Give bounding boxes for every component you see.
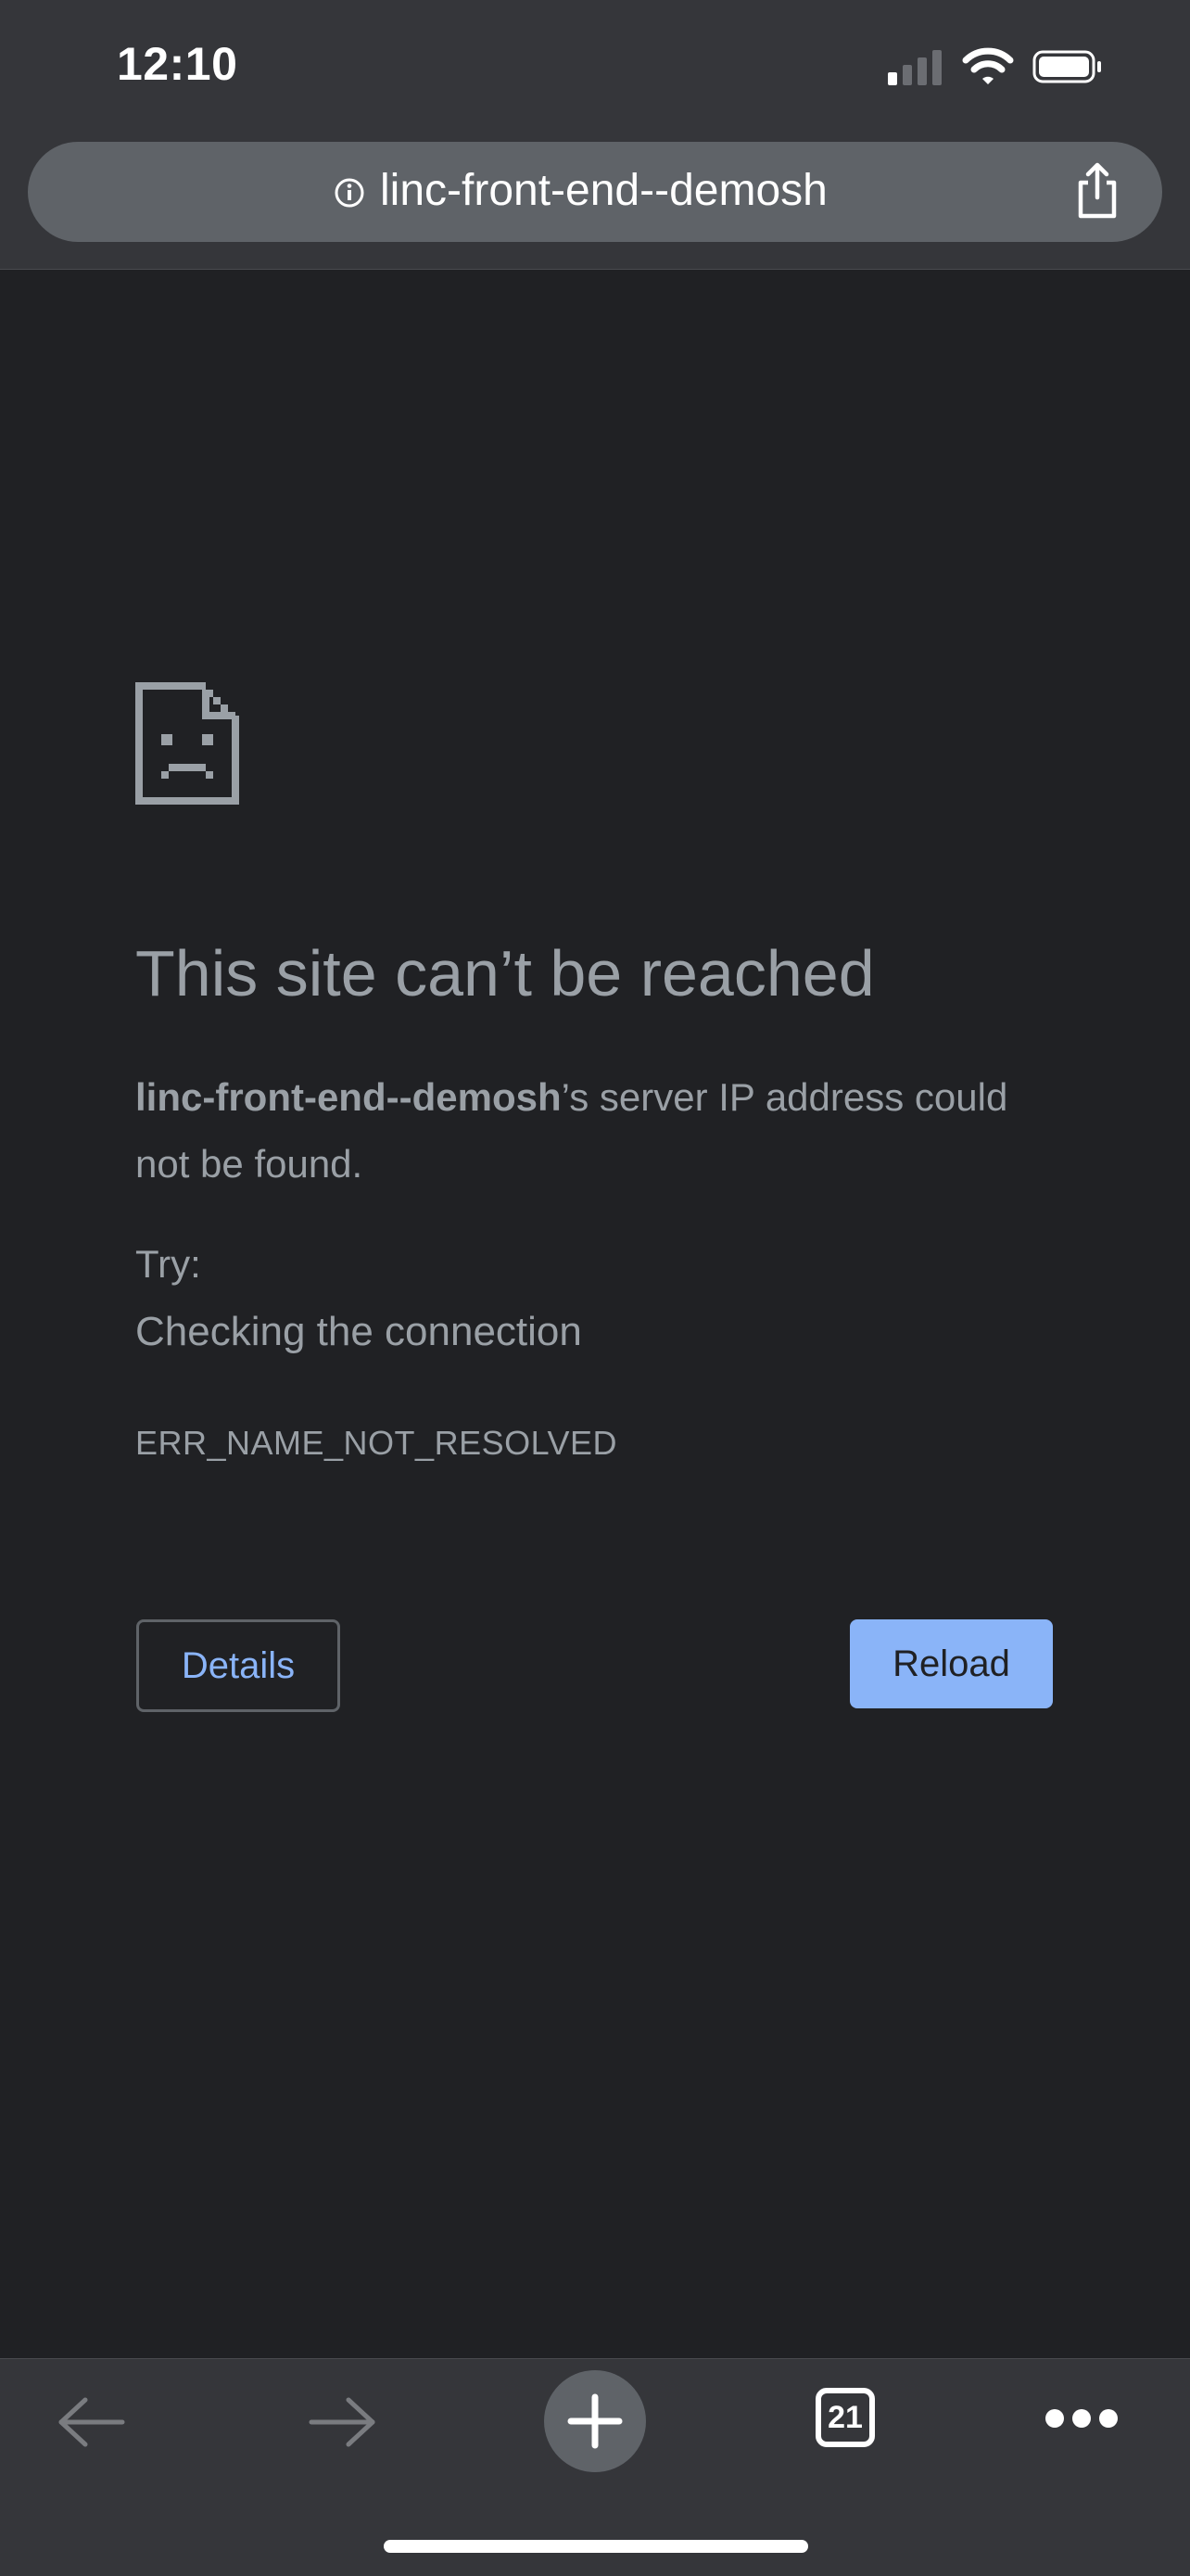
cellular-signal-icon <box>888 48 943 85</box>
reload-button[interactable]: Reload <box>850 1619 1053 1708</box>
home-indicator[interactable] <box>384 2540 808 2553</box>
error-description: linc-front-end--demosh’s server IP addre… <box>135 1064 1025 1198</box>
sad-page-icon <box>135 682 239 805</box>
error-host: linc-front-end--demosh <box>135 1075 562 1119</box>
top-bar: 12:10 linc-front-end--demosh <box>0 0 1190 270</box>
status-icons <box>888 47 1110 87</box>
battery-icon <box>1032 50 1101 83</box>
try-label: Try: <box>135 1242 201 1286</box>
status-time: 12:10 <box>117 38 238 90</box>
back-arrow-icon[interactable] <box>54 2394 128 2450</box>
forward-arrow-icon[interactable] <box>306 2394 380 2450</box>
info-icon[interactable] <box>334 177 365 209</box>
new-tab-button[interactable] <box>544 2370 646 2472</box>
more-icon[interactable] <box>1044 2407 1120 2430</box>
suggestion-item: Checking the connection <box>135 1309 582 1354</box>
share-icon[interactable] <box>1070 160 1125 222</box>
plus-icon <box>567 2393 623 2449</box>
tab-switcher-button[interactable]: 21 <box>816 2388 875 2447</box>
error-title: This site can’t be reached <box>135 937 875 1009</box>
wifi-icon <box>962 47 1014 84</box>
address-bar[interactable]: linc-front-end--demosh <box>28 142 1162 242</box>
details-button[interactable]: Details <box>136 1619 340 1712</box>
url-text[interactable]: linc-front-end--demosh <box>380 165 828 216</box>
error-code: ERR_NAME_NOT_RESOLVED <box>135 1424 617 1462</box>
